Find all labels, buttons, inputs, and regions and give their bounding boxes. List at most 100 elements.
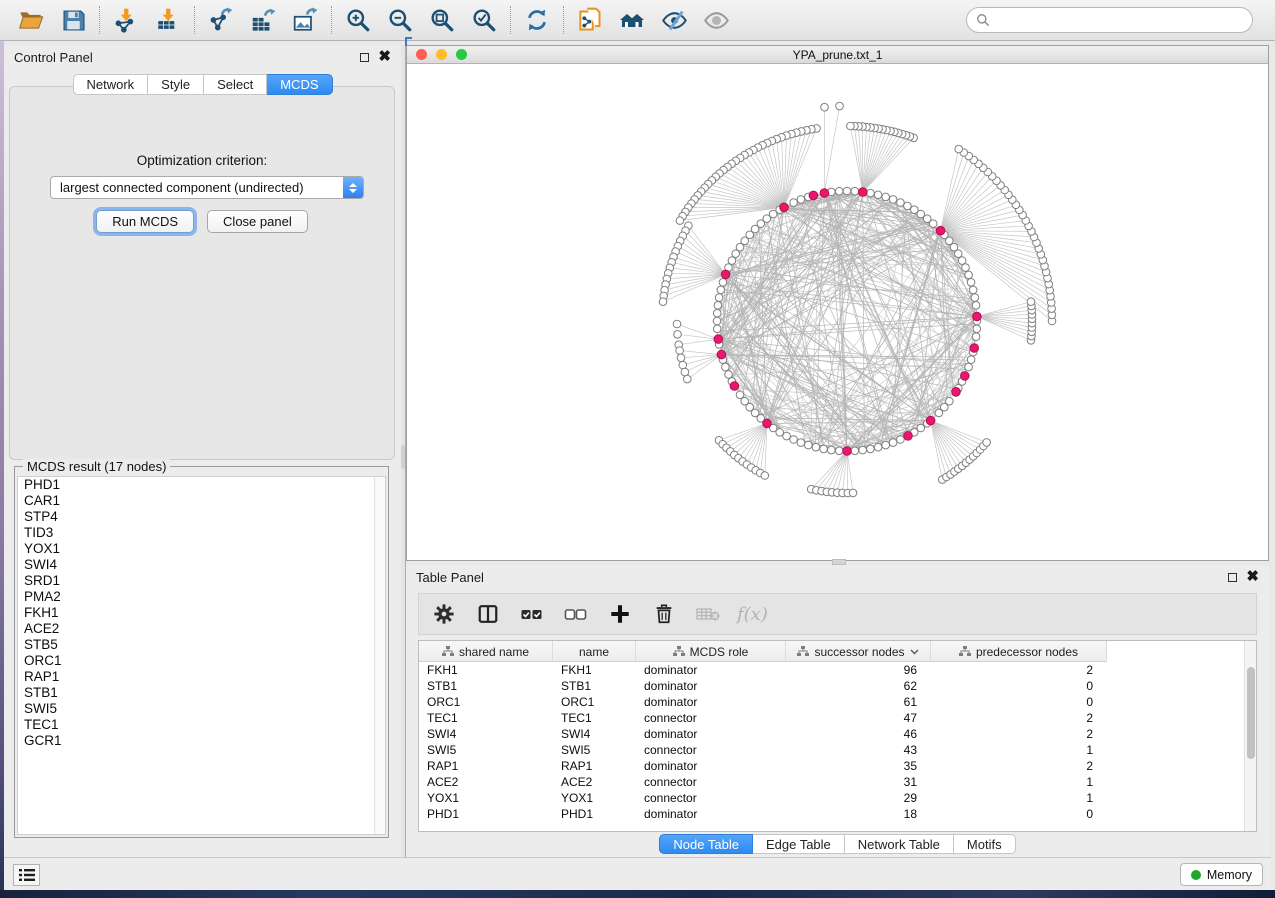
mcds-result-item[interactable]: PHD1	[18, 477, 385, 493]
tab-mcds[interactable]: MCDS	[267, 74, 332, 95]
hide-selected-eye-icon[interactable]	[653, 3, 695, 37]
mcds-result-item[interactable]: TEC1	[18, 717, 385, 733]
mcds-result-item[interactable]: RAP1	[18, 669, 385, 685]
graph-node[interactable]	[659, 298, 667, 306]
graph-node[interactable]	[859, 446, 867, 454]
search-field[interactable]	[966, 7, 1253, 33]
graph-node[interactable]	[783, 432, 791, 440]
graph-node[interactable]	[732, 250, 740, 258]
mcds-result-item[interactable]: GCR1	[18, 733, 385, 749]
graph-node[interactable]	[821, 103, 829, 111]
zoom-out-icon[interactable]	[379, 3, 421, 37]
graph-mcds-node[interactable]	[936, 226, 945, 235]
vertical-splitter-handle[interactable]	[401, 445, 405, 469]
table-row[interactable]: TEC1TEC1connector472	[419, 710, 1256, 726]
graph-node[interactable]	[867, 189, 875, 197]
float-panel-icon[interactable]	[1228, 573, 1237, 582]
table-tab-edge-table[interactable]: Edge Table	[753, 834, 845, 854]
graph-node[interactable]	[969, 286, 977, 294]
graph-mcds-node[interactable]	[904, 432, 913, 441]
graph-node[interactable]	[790, 199, 798, 207]
graph-node[interactable]	[874, 191, 882, 199]
export-table-icon[interactable]	[242, 3, 284, 37]
graph-node[interactable]	[972, 302, 980, 310]
table-row[interactable]: SWI4SWI4dominator462	[419, 726, 1256, 742]
tab-network[interactable]: Network	[72, 74, 148, 95]
graph-node[interactable]	[971, 294, 979, 302]
column-header-successor-nodes[interactable]: successor nodes	[786, 641, 931, 662]
float-panel-icon[interactable]	[360, 53, 369, 62]
node-table[interactable]: shared namenameMCDS rolesuccessor nodesp…	[418, 640, 1257, 832]
graph-mcds-node[interactable]	[809, 191, 818, 200]
graph-node[interactable]	[684, 375, 692, 383]
graph-node[interactable]	[955, 145, 963, 153]
select-all-columns-icon[interactable]	[517, 599, 547, 629]
graph-node[interactable]	[897, 436, 905, 444]
network-window-titlebar[interactable]: YPA_prune.txt_1	[407, 46, 1268, 64]
double-house-icon[interactable]	[611, 3, 653, 37]
table-scrollbar-thumb[interactable]	[1247, 667, 1255, 759]
graph-node[interactable]	[847, 122, 855, 130]
close-panel-button[interactable]: Close panel	[207, 210, 308, 233]
graph-node[interactable]	[776, 429, 784, 437]
table-settings-gear-icon[interactable]	[429, 599, 459, 629]
table-row[interactable]: SWI5SWI5connector431	[419, 742, 1256, 758]
table-tab-motifs[interactable]: Motifs	[954, 834, 1016, 854]
column-header-MCDS-role[interactable]: MCDS role	[636, 641, 786, 662]
graph-node[interactable]	[820, 445, 828, 453]
graph-node[interactable]	[972, 333, 980, 341]
mcds-result-item[interactable]: SWI5	[18, 701, 385, 717]
graph-node[interactable]	[851, 447, 859, 455]
close-panel-icon[interactable]: ✖	[378, 52, 391, 62]
import-network-icon[interactable]	[105, 3, 147, 37]
graph-node[interactable]	[725, 371, 733, 379]
table-scrollbar[interactable]	[1244, 641, 1256, 831]
graph-node[interactable]	[728, 257, 736, 265]
tab-style[interactable]: Style	[148, 74, 204, 95]
mcds-result-item[interactable]: STB5	[18, 637, 385, 653]
column-header-name[interactable]: name	[553, 641, 636, 662]
table-row[interactable]: STB1STB1dominator620	[419, 678, 1256, 694]
graph-node[interactable]	[962, 264, 970, 272]
graph-node[interactable]	[717, 286, 725, 294]
column-layout-icon[interactable]	[473, 599, 503, 629]
graph-node[interactable]	[681, 368, 689, 376]
graph-node[interactable]	[715, 294, 723, 302]
graph-node[interactable]	[713, 325, 721, 333]
graph-node[interactable]	[674, 331, 682, 339]
graph-node[interactable]	[911, 206, 919, 214]
save-icon[interactable]	[52, 3, 94, 37]
graph-node[interactable]	[812, 443, 820, 451]
table-tab-network-table[interactable]: Network Table	[845, 834, 954, 854]
graph-node[interactable]	[897, 199, 905, 207]
graph-mcds-node[interactable]	[730, 382, 739, 391]
graph-node[interactable]	[722, 363, 730, 371]
graph-mcds-node[interactable]	[973, 312, 982, 321]
graph-node[interactable]	[889, 196, 897, 204]
graph-mcds-node[interactable]	[763, 419, 772, 428]
zoom-in-icon[interactable]	[337, 3, 379, 37]
graph-node[interactable]	[958, 257, 966, 265]
graph-node[interactable]	[967, 279, 975, 287]
mcds-result-item[interactable]: TID3	[18, 525, 385, 541]
graph-node[interactable]	[867, 445, 875, 453]
graph-node[interactable]	[889, 439, 897, 447]
graph-mcds-node[interactable]	[820, 189, 829, 198]
run-mcds-button[interactable]: Run MCDS	[96, 210, 194, 233]
mcds-result-item[interactable]: PMA2	[18, 589, 385, 605]
graph-node[interactable]	[835, 447, 843, 455]
graph-node[interactable]	[714, 302, 722, 310]
close-panel-icon[interactable]: ✖	[1246, 572, 1259, 582]
graph-mcds-node[interactable]	[926, 416, 935, 425]
graph-node[interactable]	[673, 320, 681, 328]
graph-node[interactable]	[849, 489, 857, 497]
network-canvas[interactable]	[407, 64, 1268, 560]
graph-node[interactable]	[713, 309, 721, 317]
graph-node[interactable]	[835, 187, 843, 195]
graph-node[interactable]	[874, 443, 882, 451]
column-header-shared-name[interactable]: shared name	[419, 641, 553, 662]
mcds-result-list[interactable]: PHD1CAR1STP4TID3YOX1SWI4SRD1PMA2FKH1ACE2…	[17, 476, 386, 835]
mcds-result-item[interactable]: ORC1	[18, 653, 385, 669]
table-tab-node-table[interactable]: Node Table	[659, 834, 753, 854]
zoom-selected-icon[interactable]	[463, 3, 505, 37]
